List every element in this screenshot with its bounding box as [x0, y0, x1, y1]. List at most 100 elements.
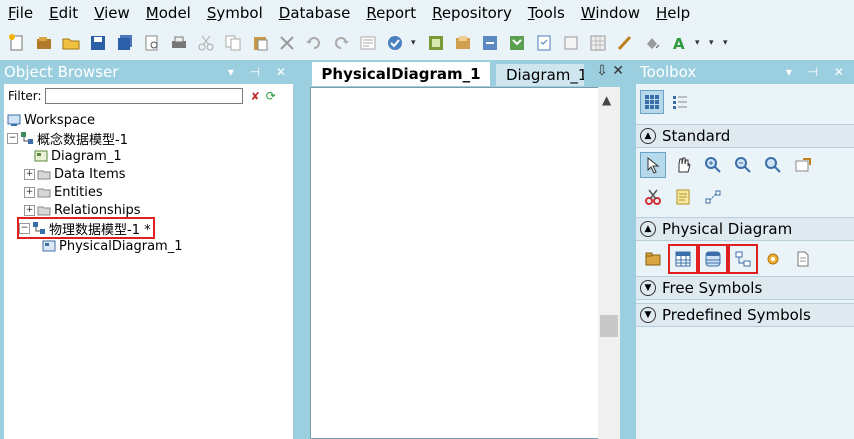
reverse-engineer-icon[interactable]: [452, 32, 474, 54]
link-icon[interactable]: [700, 184, 726, 210]
pointer-icon[interactable]: [640, 152, 666, 178]
tree-item-cdm-model[interactable]: − 概念数据模型-1: [7, 129, 128, 148]
toolbox-view-buttons: [640, 90, 696, 114]
symbol-icon[interactable]: [560, 32, 582, 54]
zoom-in-icon[interactable]: [700, 152, 726, 178]
collapse-icon[interactable]: −: [19, 222, 30, 234]
cut-tool-icon[interactable]: [640, 184, 666, 210]
tree-item-relationships[interactable]: + Relationships: [24, 201, 141, 219]
editor-tab-strip: PhysicalDiagram_1 Diagram_1 ⇩ ✕: [302, 60, 632, 86]
reference-icon[interactable]: [728, 244, 758, 274]
vertical-scrollbar[interactable]: ▲: [598, 87, 620, 439]
new-icon[interactable]: [6, 32, 28, 54]
generate-report-icon[interactable]: [533, 32, 555, 54]
open-model-icon[interactable]: [33, 32, 55, 54]
physical-diagram-tools: [640, 244, 820, 274]
cdm-model-icon: [20, 131, 34, 145]
object-browser-controls[interactable]: ▾ ⊣ ✕: [228, 60, 292, 84]
table-icon[interactable]: [668, 244, 698, 274]
workspace-icon: [7, 113, 21, 127]
menu-bar: File Edit View Model Symbol Database Rep…: [0, 0, 854, 26]
open-folder-icon[interactable]: [60, 32, 82, 54]
tab-physical-diagram-1[interactable]: PhysicalDiagram_1: [312, 62, 490, 86]
toolbar-dropdown-4[interactable]: ▾: [723, 38, 733, 48]
list-view-icon[interactable]: [668, 90, 692, 114]
menu-symbol[interactable]: Symbol: [199, 0, 271, 26]
file-icon[interactable]: [790, 246, 816, 272]
expand-icon[interactable]: +: [24, 168, 35, 180]
grid-icon[interactable]: [587, 32, 609, 54]
toolbar-dropdown-3[interactable]: ▾: [709, 38, 719, 48]
tree-item-entities[interactable]: + Entities: [24, 183, 103, 201]
scroll-up-icon[interactable]: ▲: [602, 93, 611, 107]
menu-database[interactable]: Database: [271, 0, 359, 26]
tree-item-pdm-model[interactable]: − 物理数据模型-1 *: [17, 217, 155, 239]
tab-diagram-1[interactable]: Diagram_1: [496, 64, 584, 86]
menu-edit[interactable]: Edit: [41, 0, 86, 26]
print-preview-icon[interactable]: [141, 32, 163, 54]
menu-file[interactable]: File: [0, 0, 41, 26]
save-all-icon[interactable]: [114, 32, 136, 54]
chevron-down-icon: ▼: [640, 280, 656, 296]
delete-icon[interactable]: [276, 32, 298, 54]
properties-icon[interactable]: [357, 32, 379, 54]
object-browser-title-bar: Object Browser ▾ ⊣ ✕: [0, 60, 296, 84]
section-free-symbols[interactable]: ▼ Free Symbols: [636, 276, 854, 300]
tree-item-physical-diagram-1[interactable]: PhysicalDiagram_1: [42, 237, 182, 255]
procedure-icon[interactable]: [760, 246, 786, 272]
filter-input[interactable]: [44, 88, 243, 104]
font-color-icon[interactable]: A: [668, 32, 690, 54]
tree-item-workspace[interactable]: Workspace: [7, 111, 95, 129]
undo-icon[interactable]: [303, 32, 325, 54]
expand-icon[interactable]: +: [24, 204, 35, 216]
paste-icon[interactable]: [249, 32, 271, 54]
generate-database-icon[interactable]: [425, 32, 447, 54]
menu-window[interactable]: Window: [573, 0, 648, 26]
icon-view-icon[interactable]: [640, 90, 664, 114]
grabber-hand-icon[interactable]: [670, 152, 696, 178]
section-predefined-symbols[interactable]: ▼ Predefined Symbols: [636, 303, 854, 327]
chevron-up-icon: ▲: [640, 221, 656, 237]
print-icon[interactable]: [168, 32, 190, 54]
tree-item-diagram-1[interactable]: Diagram_1: [34, 147, 122, 165]
filter-row: Filter: ✘ ⟳: [4, 84, 293, 108]
clear-filter-icon[interactable]: ✘: [251, 90, 260, 103]
menu-model[interactable]: Model: [138, 0, 199, 26]
fill-color-icon[interactable]: [641, 32, 663, 54]
collapse-icon[interactable]: −: [7, 132, 18, 144]
menu-view[interactable]: View: [86, 0, 138, 26]
menu-help[interactable]: Help: [648, 0, 698, 26]
section-standard[interactable]: ▲ Standard: [636, 124, 854, 148]
save-icon[interactable]: [87, 32, 109, 54]
compare-models-icon[interactable]: [479, 32, 501, 54]
menu-tools[interactable]: Tools: [520, 0, 573, 26]
menu-report[interactable]: Report: [358, 0, 424, 26]
toolbox-title: Toolbox: [640, 63, 697, 81]
redo-icon[interactable]: [330, 32, 352, 54]
section-physical-diagram[interactable]: ▲ Physical Diagram: [636, 217, 854, 241]
toolbox-controls[interactable]: ▾ ⊣ ✕: [786, 60, 850, 84]
folder-icon: [37, 185, 51, 199]
merge-models-icon[interactable]: [506, 32, 528, 54]
properties-tool-icon[interactable]: [790, 152, 816, 178]
toolbar-dropdown-2[interactable]: ▾: [695, 38, 705, 48]
toolbar-dropdown-1[interactable]: ▾: [411, 38, 421, 48]
note-icon[interactable]: [670, 184, 696, 210]
object-browser-title: Object Browser: [4, 63, 119, 81]
expand-icon[interactable]: +: [24, 186, 35, 198]
view-icon[interactable]: [698, 244, 728, 274]
package-icon[interactable]: [640, 246, 666, 272]
zoom-out-icon[interactable]: [730, 152, 756, 178]
tree-item-data-items[interactable]: + Data Items: [24, 165, 126, 183]
refresh-filter-icon[interactable]: ⟳: [266, 89, 276, 103]
scroll-thumb[interactable]: [600, 315, 618, 337]
physical-diagram-icon: [42, 239, 56, 253]
menu-repository[interactable]: Repository: [424, 0, 520, 26]
check-model-icon[interactable]: [384, 32, 406, 54]
cut-icon[interactable]: [195, 32, 217, 54]
open-package-diagram-icon[interactable]: [760, 152, 786, 178]
tab-list-and-close[interactable]: ⇩ ✕: [596, 63, 624, 79]
diagram-canvas[interactable]: [310, 87, 600, 439]
line-color-icon[interactable]: [614, 32, 636, 54]
copy-icon[interactable]: [222, 32, 244, 54]
